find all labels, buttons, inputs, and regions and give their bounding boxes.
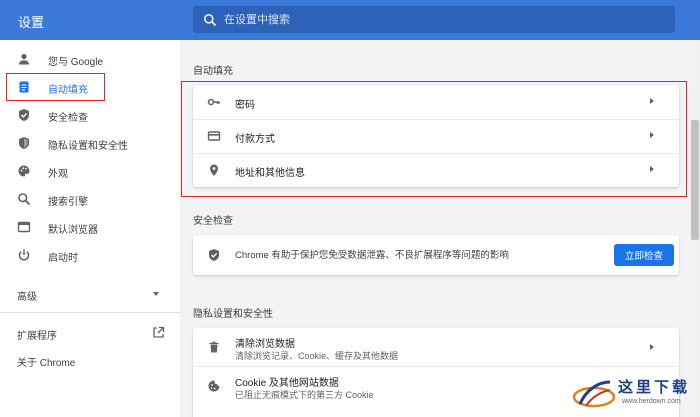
- sidebar-item-search-engine[interactable]: 搜索引擎: [0, 186, 180, 212]
- extensions-label: 扩展程序: [17, 331, 57, 342]
- sidebar-item-appearance[interactable]: 外观: [0, 158, 180, 184]
- sidebar-item-default-browser[interactable]: 默认浏览器: [0, 214, 180, 240]
- privacy-row-clear-browsing-data[interactable]: 清除浏览数据 清除浏览记录、Cookie、缓存及其他数据: [193, 328, 679, 366]
- person-icon: [19, 53, 29, 65]
- sidebar-item-label: 隐私设置和安全性: [48, 141, 128, 152]
- sidebar: 您与 Google 自动填充 安全检查 隐私设置和安全性 外观 搜索引擎 默认浏…: [0, 40, 180, 417]
- row-title: Cookie 及其他网站数据: [235, 378, 339, 389]
- sidebar-item-label: 外观: [48, 169, 68, 180]
- shield-icon: [19, 137, 29, 149]
- main-content: 自动填充 密码 付款方式 地址和其他信息 安全检查 Chrome 有助于保护您免…: [180, 40, 690, 417]
- search-box[interactable]: [193, 6, 675, 33]
- divider: [0, 312, 180, 313]
- watermark-text: 这里下载: [618, 378, 691, 396]
- sidebar-item-label: 安全检查: [48, 113, 88, 124]
- advanced-toggle[interactable]: 高级: [17, 286, 167, 304]
- search-icon: [18, 193, 31, 206]
- cookie-icon: [208, 380, 220, 392]
- safety-check-card: Chrome 有助于保护您免受数据泄露、不良扩展程序等问题的影响 立即检查: [193, 235, 679, 275]
- browser-icon: [17, 221, 31, 233]
- highlight-box: [6, 73, 105, 101]
- section-title-privacy: 隐私设置和安全性: [193, 309, 273, 320]
- safety-check-description: Chrome 有助于保护您免受数据泄露、不良扩展程序等问题的影响: [235, 250, 509, 261]
- header-bar: 设置: [0, 0, 700, 40]
- sidebar-item-label: 默认浏览器: [48, 225, 98, 236]
- search-icon: [204, 14, 217, 27]
- power-icon: [18, 249, 30, 261]
- watermark: 这里下载 www.herdown.com: [572, 374, 696, 414]
- trash-icon: [209, 341, 219, 353]
- sidebar-item-on-startup[interactable]: 启动时: [0, 242, 180, 268]
- row-subtitle: 已阻止无痕模式下的第三方 Cookie: [235, 390, 374, 400]
- search-input[interactable]: [224, 9, 664, 30]
- chevron-right-icon: [650, 344, 654, 350]
- page-title: 设置: [18, 15, 45, 30]
- safety-check-row: Chrome 有助于保护您免受数据泄露、不良扩展程序等问题的影响 立即检查: [193, 235, 679, 275]
- section-title-autofill: 自动填充: [193, 66, 233, 77]
- scrollbar[interactable]: [690, 40, 700, 417]
- about-chrome-link[interactable]: 关于 Chrome: [17, 354, 75, 369]
- sidebar-item-you-and-google[interactable]: 您与 Google: [0, 46, 180, 72]
- extensions-link[interactable]: 扩展程序: [17, 326, 167, 342]
- sidebar-item-label: 启动时: [48, 253, 78, 264]
- check-now-button[interactable]: 立即检查: [614, 244, 674, 266]
- watermark-url: www.herdown.com: [622, 398, 681, 405]
- shield-check-icon: [209, 249, 219, 261]
- watermark-logo-icon: [572, 380, 616, 408]
- section-title-safety-check: 安全检查: [193, 216, 233, 227]
- sidebar-item-label: 您与 Google: [48, 57, 104, 68]
- row-title: 清除浏览数据: [235, 339, 295, 350]
- caret-down-icon: [153, 292, 159, 296]
- shield-check-icon: [19, 109, 29, 121]
- sidebar-item-privacy[interactable]: 隐私设置和安全性: [0, 130, 180, 156]
- open-in-new-icon: [153, 326, 165, 338]
- palette-icon: [18, 165, 30, 177]
- sidebar-item-label: 搜索引擎: [48, 197, 88, 208]
- sidebar-item-safety-check[interactable]: 安全检查: [0, 102, 180, 128]
- row-subtitle: 清除浏览记录、Cookie、缓存及其他数据: [235, 351, 399, 361]
- highlight-box: [181, 81, 687, 197]
- scrollbar-thumb[interactable]: [691, 120, 699, 240]
- advanced-label: 高级: [17, 292, 37, 303]
